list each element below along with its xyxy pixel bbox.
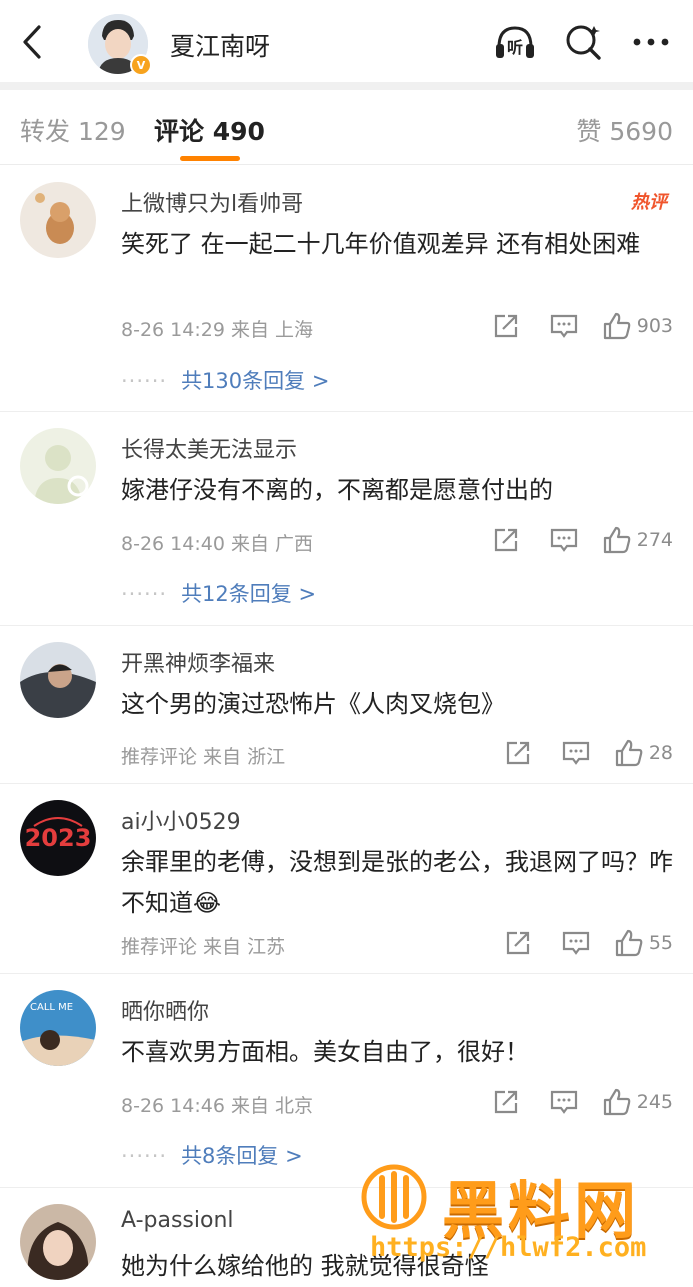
like-count: 245 [636, 1091, 673, 1113]
comment-meta: 8-26 14:46 来自 北京 [121, 1095, 313, 1117]
like-count: 28 [648, 742, 673, 764]
active-tab-indicator [180, 156, 240, 161]
verified-badge: V [130, 54, 152, 76]
commenter-name[interactable]: 开黑神烦李福来 [121, 646, 275, 678]
tab-comments[interactable]: 评论 490 [154, 112, 265, 148]
comment-actions: 55 [489, 927, 673, 959]
comment-text: 这个男的演过恐怖片《人肉叉烧包》 [121, 690, 505, 718]
comment-item: 上微博只为l看帅哥 热评 笑死了 在一起二十几年价值观差异 还有相处困难 8-2… [0, 166, 693, 412]
author-name[interactable]: 夏江南呀 [170, 27, 270, 63]
like-count: 274 [636, 529, 673, 551]
comment-item: 开黑神烦李福来 这个男的演过恐怖片《人肉叉烧包》 推荐评论 来自 浙江 28 [0, 626, 693, 784]
view-replies-link[interactable]: ······ 共12条回复 > [121, 578, 316, 608]
tab-bar: 转发 129 评论 490 赞 5690 [0, 90, 693, 165]
svg-text:2023: 2023 [25, 824, 92, 852]
tab-reposts[interactable]: 转发 129 [20, 112, 126, 148]
commenter-name[interactable]: ai小小0529 [121, 804, 241, 836]
commenter-name[interactable]: 长得太美无法显示 [121, 432, 297, 464]
like-count: 903 [636, 315, 673, 337]
comment-icon[interactable] [547, 927, 605, 959]
comment-icon[interactable] [547, 737, 605, 769]
comment-item: 2023 ai小小0529 余罪里的老傅，没想到是张的老公，我退网了吗？咋不知道… [0, 784, 693, 974]
view-replies-link[interactable]: ······ 共130条回复 > [121, 365, 329, 395]
comment-meta: 推荐评论 来自 江苏 [121, 936, 286, 958]
comment-meta: 推荐评论 来自 浙江 [121, 746, 286, 768]
hot-comment-badge: 热评 [631, 192, 667, 213]
comment-meta: 8-26 14:29 来自 上海 [121, 319, 313, 341]
reply-count: 共8条回复 > [181, 1144, 303, 1168]
comment-text: 嫁港仔没有不离的，不离都是愿意付出的 [121, 476, 553, 504]
listen-icon[interactable]: 听 [494, 22, 536, 62]
share-icon[interactable] [477, 524, 535, 556]
svg-text:听: 听 [507, 38, 523, 57]
comment-actions: 28 [489, 737, 673, 769]
commenter-avatar[interactable]: 2023 [20, 800, 96, 876]
like-button[interactable]: 55 [605, 927, 673, 959]
top-bar: V 夏江南呀 听 [0, 0, 693, 82]
watermark-logo-icon [361, 1164, 427, 1230]
comment-icon[interactable] [535, 1086, 593, 1118]
watermark-url: https://hlwf2.com [370, 1232, 647, 1263]
like-button[interactable]: 903 [593, 310, 673, 342]
comment-icon[interactable] [535, 524, 593, 556]
comment-text: 余罪里的老傅，没想到是张的老公，我退网了吗？咋不知道😂 [121, 848, 673, 917]
commenter-avatar[interactable] [20, 428, 96, 504]
comment-text: 笑死了 在一起二十几年价值观差异 还有相处困难 [121, 230, 641, 258]
share-icon[interactable] [477, 1086, 535, 1118]
back-icon[interactable] [14, 22, 50, 62]
comment-text: 不喜欢男方面相。美女自由了，很好！ [121, 1038, 529, 1066]
comment-icon[interactable] [535, 310, 593, 342]
comment-actions: 274 [477, 524, 673, 556]
commenter-avatar[interactable] [20, 182, 96, 258]
comment-item: 长得太美无法显示 嫁港仔没有不离的，不离都是愿意付出的 8-26 14:40 来… [0, 412, 693, 626]
commenter-avatar[interactable]: CALL ME [20, 990, 96, 1066]
view-replies-link[interactable]: ······ 共8条回复 > [121, 1140, 303, 1170]
commenter-avatar[interactable] [20, 1204, 96, 1280]
commenter-name[interactable]: 晒你晒你 [121, 994, 209, 1026]
comment-actions: 903 [477, 310, 673, 342]
header-separator [0, 82, 693, 90]
share-icon[interactable] [477, 310, 535, 342]
comment-actions: 245 [477, 1086, 673, 1118]
like-button[interactable]: 274 [593, 524, 673, 556]
reply-count: 共130条回复 > [181, 369, 330, 393]
commenter-name[interactable]: A-passionl [121, 1208, 234, 1233]
search-icon[interactable] [562, 22, 604, 62]
tab-likes[interactable]: 赞 5690 [576, 112, 673, 148]
like-button[interactable]: 245 [593, 1086, 673, 1118]
commenter-avatar[interactable] [20, 642, 96, 718]
comment-item: CALL ME 晒你晒你 不喜欢男方面相。美女自由了，很好！ 8-26 14:4… [0, 974, 693, 1188]
share-icon[interactable] [489, 737, 547, 769]
more-icon[interactable] [630, 22, 672, 62]
like-count: 55 [648, 932, 673, 954]
reply-count: 共12条回复 > [181, 582, 317, 606]
like-button[interactable]: 28 [605, 737, 673, 769]
watermark: 黑料网 https://hlwf2.com [350, 1160, 690, 1280]
comment-meta: 8-26 14:40 来自 广西 [121, 533, 313, 555]
svg-text:CALL ME: CALL ME [30, 1002, 73, 1013]
commenter-name[interactable]: 上微博只为l看帅哥 [121, 186, 303, 218]
share-icon[interactable] [489, 927, 547, 959]
